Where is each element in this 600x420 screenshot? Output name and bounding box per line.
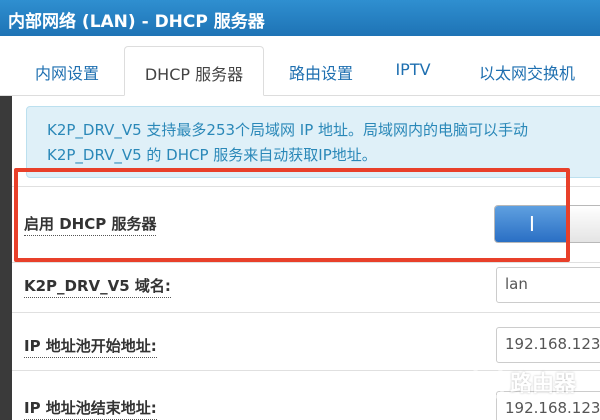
router-logo-icon <box>469 363 507 401</box>
highlight-box <box>14 168 570 262</box>
dhcp-settings-window: 内部网络 (LAN) - DHCP 服务器 内网设置 DHCP 服务器 路由设置… <box>0 0 600 420</box>
tab-bar: 内网设置 DHCP 服务器 路由设置 IPTV 以太网交换机 <box>0 36 600 96</box>
domain-input[interactable]: lan <box>496 267 600 303</box>
pool-end-label: IP 地址池结束地址: <box>24 397 157 420</box>
info-line-2: K2P_DRV_V5 的 DHCP 服务来自动获取IP地址。 <box>47 146 377 164</box>
toggle-knob <box>569 206 600 242</box>
window-title: 内部网络 (LAN) - DHCP 服务器 <box>0 0 600 36</box>
domain-label: K2P_DRV_V5 域名: <box>24 275 171 298</box>
tab-routing[interactable]: 路由设置 <box>278 46 364 96</box>
pool-start-label: IP 地址池开始地址: <box>24 335 157 358</box>
tab-lan-settings[interactable]: 内网设置 <box>24 46 110 96</box>
tab-iptv[interactable]: IPTV <box>382 46 444 96</box>
info-line-1: K2P_DRV_V5 支持最多253个局域网 IP 地址。局域网内的电脑可以手动 <box>47 121 529 139</box>
watermark-text: 路由器 <box>510 372 577 397</box>
row-domain: K2P_DRV_V5 域名: lan <box>12 262 600 312</box>
watermark: 路由器 <box>468 358 598 408</box>
tab-dhcp-server[interactable]: DHCP 服务器 <box>124 46 264 96</box>
tab-ethernet-switch[interactable]: 以太网交换机 <box>464 46 590 96</box>
